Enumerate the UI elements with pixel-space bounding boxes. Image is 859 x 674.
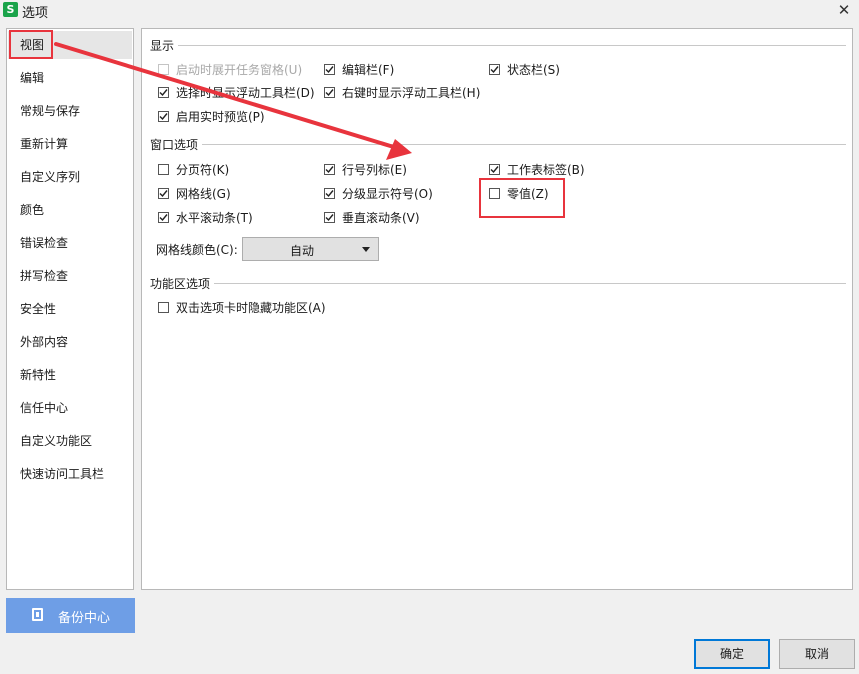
sidebar-item-label: 安全性 (20, 302, 57, 316)
sidebar-item-label: 信任中心 (20, 401, 69, 415)
close-icon: ✕ (837, 1, 851, 19)
checkbox[interactable] (158, 111, 169, 122)
checkmark-icon (325, 166, 334, 174)
checkmark-icon (159, 190, 168, 198)
cancel-button-label: 取消 (804, 647, 829, 661)
checkmark-icon (159, 89, 168, 97)
checkbox[interactable] (158, 188, 169, 199)
option-label: 启动时展开任务窗格(U) (176, 63, 303, 77)
option-label: 编辑栏(F) (342, 63, 395, 77)
sidebar-item-spell-check[interactable]: 拼写检查 (8, 262, 132, 290)
option-label: 右键时显示浮动工具栏(H) (342, 86, 481, 100)
sidebar-item-new-features[interactable]: 新特性 (8, 361, 132, 389)
sidebar-item-label: 重新计算 (20, 137, 69, 151)
sidebar-item-label: 自定义功能区 (20, 434, 93, 448)
sidebar-item-label: 拼写检查 (20, 269, 69, 283)
sidebar-item-quick-access-toolbar[interactable]: 快速访问工具栏 (8, 460, 132, 488)
checkbox[interactable] (324, 87, 335, 98)
section-divider (202, 144, 846, 145)
checkbox[interactable] (158, 212, 169, 223)
close-button[interactable]: ✕ (829, 0, 859, 20)
options-main-panel: 显示 启动时展开任务窗格(U) 编辑栏(F) 状态栏(S) 选择时显示浮动工具栏… (141, 28, 853, 590)
checkmark-icon (490, 166, 499, 174)
backup-center-label: 备份中心 (58, 611, 111, 626)
checkbox[interactable] (324, 64, 335, 75)
checkbox[interactable] (324, 212, 335, 223)
sidebar-item-color[interactable]: 颜色 (8, 196, 132, 224)
checkbox[interactable] (324, 164, 335, 175)
option-label: 分级显示符号(O) (342, 187, 433, 201)
annotation-highlight-view (9, 30, 53, 59)
option-label: 双击选项卡时隐藏功能区(A) (176, 301, 326, 315)
sidebar-item-label: 自定义序列 (20, 170, 81, 184)
option-label: 网格线(G) (176, 187, 231, 201)
checkmark-icon (159, 113, 168, 121)
sidebar-item-edit[interactable]: 编辑 (8, 64, 132, 92)
ok-button-label: 确定 (719, 647, 744, 661)
option-label: 行号列标(E) (342, 163, 407, 177)
gridline-color-label: 网格线颜色(C): (156, 243, 238, 257)
window-title: 选项 (22, 6, 49, 21)
sidebar-item-label: 新特性 (20, 368, 57, 382)
option-label: 分页符(K) (176, 163, 230, 177)
backup-center-button[interactable]: 备份中心 (6, 598, 135, 633)
gridline-color-value: 自动 (289, 244, 314, 258)
checkbox[interactable] (158, 302, 169, 313)
checkbox[interactable] (489, 164, 500, 175)
checkbox[interactable] (158, 87, 169, 98)
checkbox[interactable] (158, 164, 169, 175)
sidebar-item-recalculate[interactable]: 重新计算 (8, 130, 132, 158)
sidebar-item-customize-ribbon[interactable]: 自定义功能区 (8, 427, 132, 455)
checkbox[interactable] (324, 188, 335, 199)
section-title-ribbon-options: 功能区选项 (150, 277, 211, 291)
option-label: 水平滚动条(T) (176, 211, 253, 225)
option-label: 状态栏(S) (507, 63, 560, 77)
sidebar-item-label: 错误检查 (20, 236, 69, 250)
sidebar-item-error-checking[interactable]: 错误检查 (8, 229, 132, 257)
checkbox[interactable] (489, 64, 500, 75)
dropdown-arrow-icon (362, 247, 370, 252)
ok-button[interactable]: 确定 (694, 639, 770, 669)
title-bar: S 选项 ✕ (0, 0, 859, 21)
gridline-color-dropdown[interactable]: 自动 (242, 237, 379, 261)
sidebar-item-security[interactable]: 安全性 (8, 295, 132, 323)
option-label: 工作表标签(B) (507, 163, 585, 177)
sidebar-item-trust-center[interactable]: 信任中心 (8, 394, 132, 422)
annotation-highlight-zero-values (479, 178, 565, 218)
checkmark-icon (325, 190, 334, 198)
cancel-button[interactable]: 取消 (779, 639, 855, 669)
sidebar-item-external-content[interactable]: 外部内容 (8, 328, 132, 356)
checkmark-icon (325, 66, 334, 74)
section-title-display: 显示 (150, 39, 175, 53)
sidebar-item-label: 外部内容 (20, 335, 69, 349)
option-label: 选择时显示浮动工具栏(D) (176, 86, 315, 100)
options-sidebar: 视图 编辑 常规与保存 重新计算 自定义序列 颜色 错误检查 拼写检查 安全性 … (6, 28, 134, 590)
sidebar-item-general-save[interactable]: 常规与保存 (8, 97, 132, 125)
section-title-window-options: 窗口选项 (150, 138, 199, 152)
checkmark-icon (159, 214, 168, 222)
sidebar-item-custom-lists[interactable]: 自定义序列 (8, 163, 132, 191)
option-label: 启用实时预览(P) (176, 110, 265, 124)
option-label: 垂直滚动条(V) (342, 211, 420, 225)
checkmark-icon (325, 214, 334, 222)
sidebar-item-label: 编辑 (20, 71, 45, 85)
wps-sheet-icon: S (3, 2, 18, 17)
sidebar-item-label: 颜色 (20, 203, 45, 217)
checkmark-icon (490, 66, 499, 74)
sidebar-item-label: 常规与保存 (20, 104, 81, 118)
backup-icon (32, 608, 43, 621)
sidebar-item-label: 快速访问工具栏 (20, 467, 105, 481)
section-divider (178, 45, 846, 46)
checkmark-icon (325, 89, 334, 97)
options-dialog: S 选项 ✕ 视图 编辑 常规与保存 重新计算 自定义序列 颜色 错误检查 拼写… (0, 0, 859, 674)
section-divider (214, 283, 846, 284)
checkbox[interactable] (158, 64, 169, 75)
